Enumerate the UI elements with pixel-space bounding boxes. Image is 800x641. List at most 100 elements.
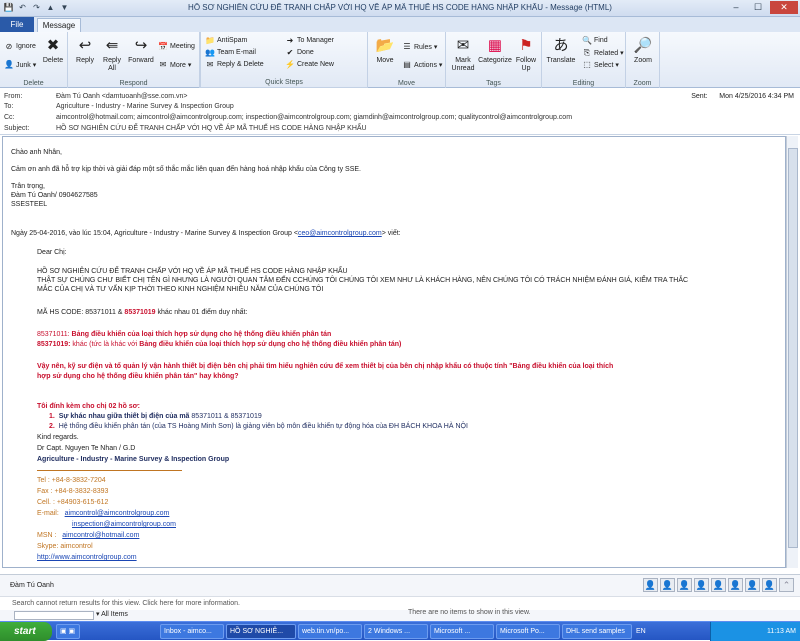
- quickstep-team-email[interactable]: 👥 Team E-mail: [205, 48, 256, 57]
- quickstep-antispam[interactable]: 📁 AntiSpam: [205, 36, 247, 45]
- taskbar-item-windows[interactable]: 2 Windows ...: [364, 624, 428, 639]
- person-icon[interactable]: 👤: [762, 578, 777, 592]
- save-icon[interactable]: 💾: [3, 2, 14, 13]
- to-row: To: Agriculture - Industry - Marine Surve…: [4, 103, 234, 110]
- meeting-button[interactable]: 📅 Meeting: [158, 42, 195, 51]
- team-email-icon: 👥: [205, 48, 215, 57]
- delete-button[interactable]: ✖ Delete: [40, 36, 66, 65]
- email-link-2[interactable]: inspection@aimcontrolgroup.com: [72, 521, 176, 528]
- taskbar-item-web[interactable]: web.tin.vn/po...: [298, 624, 362, 639]
- move-button[interactable]: 📂 Move: [372, 36, 398, 65]
- person-icon[interactable]: 👤: [711, 578, 726, 592]
- zoom-button[interactable]: 🔎 Zoom: [629, 36, 657, 65]
- down-arrow-icon[interactable]: ▼: [59, 2, 70, 13]
- attachment-item-2: 2. Hệ thống điều khiển phân tán (của TS …: [49, 423, 468, 430]
- person-icon[interactable]: 👤: [677, 578, 692, 592]
- language-indicator[interactable]: EN: [636, 628, 646, 636]
- chevron-down-icon: ▾: [96, 611, 100, 618]
- quickstep-done[interactable]: ✔ Done: [285, 48, 314, 57]
- junk-icon: 👤: [4, 60, 14, 69]
- tab-file[interactable]: File: [0, 17, 34, 32]
- reply-button[interactable]: ↩ Reply: [72, 36, 98, 65]
- chevron-up-icon[interactable]: ⌃: [779, 578, 794, 592]
- cc-row: Cc: aimcontrol@hotmail.com; aimcontrol@ai…: [4, 114, 573, 121]
- quickstep-create-new[interactable]: ⚡ Create New: [285, 60, 334, 69]
- sender-sig-company: SSESTEEL: [11, 201, 48, 208]
- quick-launch[interactable]: ▣ ▣: [56, 624, 80, 639]
- all-items-label[interactable]: ▾ All Items: [96, 611, 128, 619]
- more-button[interactable]: ✉ More ▾: [158, 60, 192, 69]
- reply-icon: ↩: [78, 37, 92, 54]
- rules-button[interactable]: ☰ Rules ▾: [402, 42, 437, 51]
- find-button[interactable]: 🔍 Find: [582, 36, 608, 45]
- website-link[interactable]: http://www.aimcontrolgroup.com: [37, 554, 137, 561]
- person-icon[interactable]: 👤: [643, 578, 658, 592]
- taskbar-item-dhl[interactable]: DHL send samples: [562, 624, 632, 639]
- people-pane-name[interactable]: Đàm Tú Oanh: [10, 582, 54, 590]
- from-address[interactable]: Đàm Tú Oanh <damtuoanh@sse.com.vn>: [56, 93, 188, 100]
- quickstep-to-manager[interactable]: ➜ To Manager: [285, 36, 334, 45]
- group-label: Editing: [572, 80, 595, 87]
- person-icon[interactable]: 👤: [728, 578, 743, 592]
- binoculars-icon: 🔍: [582, 36, 592, 45]
- group-label: Tags: [486, 80, 501, 87]
- quick-access-toolbar: 💾 ↶ ↷ ▲ ▼: [3, 2, 70, 13]
- subject-text: HỒ SƠ NGHIÊN CỨU ĐỂ TRANH CHẤP VỚI HQ VỀ…: [56, 125, 367, 132]
- reply-all-button[interactable]: ⇚ Reply All: [99, 36, 125, 73]
- taskbar-item-powerpoint[interactable]: Microsoft Po...: [496, 624, 560, 639]
- forward-button[interactable]: ↪ Forward: [126, 36, 156, 65]
- taskbar-item-word[interactable]: Microsoft ...: [430, 624, 494, 639]
- mark-unread-button[interactable]: ✉ Mark Unread: [448, 36, 478, 73]
- person-icon[interactable]: 👤: [694, 578, 709, 592]
- actions-icon: ▤: [403, 60, 411, 69]
- up-arrow-icon[interactable]: ▲: [45, 2, 56, 13]
- msn-link[interactable]: aimcontrol@hotmail.com: [62, 532, 139, 539]
- question-line-2: hợp sử dụng cho hệ thống điều khiển phân…: [37, 373, 239, 380]
- actions-button[interactable]: ▤ Actions ▾: [402, 60, 442, 69]
- taskbar-item-message[interactable]: HỒ SƠ NGHIÊ...: [226, 624, 296, 639]
- attachment-item-1: 1. Sự khác nhau giữa thiết bị điện của m…: [49, 413, 262, 420]
- start-button[interactable]: start: [0, 622, 52, 641]
- to-address[interactable]: Agriculture - Industry - Marine Survey &…: [56, 103, 234, 110]
- person-icon[interactable]: 👤: [660, 578, 675, 592]
- quickstep-reply-delete[interactable]: ✉ Reply & Delete: [205, 60, 264, 69]
- junk-button[interactable]: 👤 Junk ▾: [4, 60, 36, 69]
- group-label: Move: [397, 80, 416, 87]
- signature-email: E-mail: aimcontrol@aimcontrolgroup.com: [37, 510, 170, 517]
- window-controls: – ☐ ✕: [726, 1, 798, 14]
- group-editing: あ Translate 🔍 Find ⎘ Related ▾ ⬚ Select ▾ Ed…: [542, 32, 626, 88]
- tab-message[interactable]: Message: [37, 18, 81, 32]
- scrollbar-thumb[interactable]: [788, 148, 798, 548]
- person-icon[interactable]: 👤: [745, 578, 760, 592]
- group-zoom: 🔎 Zoom Zoom: [626, 32, 660, 88]
- cc-addresses[interactable]: aimcontrol@hotmail.com; aimcontrol@aimco…: [56, 114, 572, 121]
- quote-email-link[interactable]: ceo@aimcontrolgroup.com: [298, 230, 382, 237]
- ignore-icon: ⊘: [5, 42, 13, 51]
- undo-icon[interactable]: ↶: [17, 2, 28, 13]
- attachments-heading: Tôi đính kèm cho chị 02 hồ sơ:: [37, 403, 140, 410]
- code2-line: 85371019: khác (tức là khác với Bảng điề…: [37, 341, 402, 348]
- categorize-button[interactable]: ▦ Categorize: [478, 36, 512, 65]
- dear-line: Dear Chị:: [37, 249, 67, 256]
- redo-icon[interactable]: ↷: [31, 2, 42, 13]
- sent-date: Mon 4/25/2016 4:34 PM: [719, 93, 794, 100]
- clock[interactable]: 11:13 AM: [767, 628, 796, 635]
- related-button[interactable]: ⎘ Related ▾: [582, 48, 624, 58]
- para-line-2: MẮC CỦA CHỊ VÀ TƯ VẤN KỊP THỜI THEO KINH…: [37, 286, 324, 293]
- email-link-1[interactable]: aimcontrol@aimcontrolgroup.com: [65, 510, 170, 517]
- ignore-button[interactable]: ⊘ Ignore: [4, 42, 36, 51]
- translate-button[interactable]: あ Translate: [544, 36, 578, 65]
- follow-up-button[interactable]: ⚑ Follow Up: [512, 36, 540, 73]
- message-body[interactable]: Chào anh Nhân, Cảm ơn anh đã hỗ trợ kịp …: [2, 136, 786, 568]
- taskbar-item-inbox[interactable]: Inbox - aimco...: [160, 624, 224, 639]
- minimize-button[interactable]: –: [726, 1, 746, 14]
- signature-cell: Cell. : +84903-615-612: [37, 499, 109, 506]
- maximize-button[interactable]: ☐: [748, 1, 768, 14]
- vertical-scrollbar[interactable]: [786, 136, 798, 568]
- select-button[interactable]: ⬚ Select ▾: [582, 60, 619, 69]
- subject-row: Subject: HỒ SƠ NGHIÊN CỨU ĐỂ TRANH CHẤP V…: [4, 125, 367, 132]
- close-button[interactable]: ✕: [770, 1, 798, 14]
- group-quick-steps: 📁 AntiSpam 👥 Team E-mail ✉ Reply & Delete ➜…: [200, 32, 368, 88]
- view-dropdown-left[interactable]: [14, 611, 94, 620]
- search-message[interactable]: Search cannot return results for this vi…: [12, 600, 240, 608]
